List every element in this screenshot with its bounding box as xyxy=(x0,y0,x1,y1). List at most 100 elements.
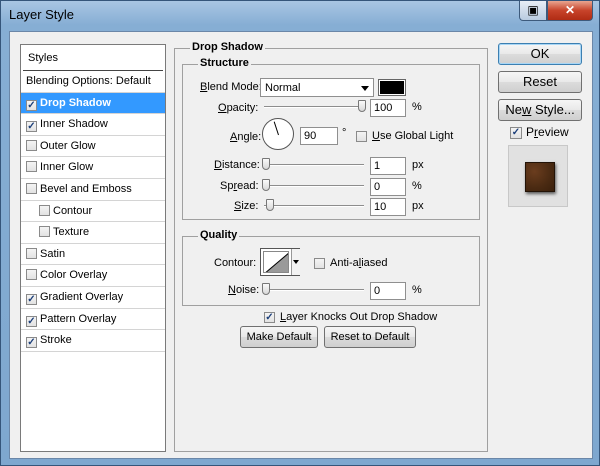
styles-list-items: Blending Options: Default Drop Shadow Inne… xyxy=(21,71,165,352)
opacity-input[interactable]: 100 xyxy=(370,99,406,117)
structure-title: Structure xyxy=(198,57,251,69)
chevron-down-icon[interactable] xyxy=(291,249,300,275)
noise-input[interactable]: 0 xyxy=(370,282,406,300)
distance-slider[interactable] xyxy=(264,164,364,166)
angle-unit: ° xyxy=(342,127,347,139)
ok-button[interactable]: OK xyxy=(498,43,582,65)
style-item-label: Gradient Overlay xyxy=(40,290,124,303)
preview-area xyxy=(508,145,568,207)
spread-input[interactable]: 0 xyxy=(370,178,406,196)
new-style-button[interactable]: New Style... xyxy=(498,99,582,121)
opacity-slider-thumb[interactable] xyxy=(358,100,366,112)
spread-slider[interactable] xyxy=(264,185,364,187)
shadow-color-swatch[interactable] xyxy=(378,79,406,96)
style-item-bevel-and-emboss[interactable]: Bevel and Emboss xyxy=(21,179,165,201)
style-item-contour[interactable]: Contour xyxy=(21,201,165,223)
style-item-checkbox[interactable] xyxy=(26,99,37,111)
style-item-inner-shadow[interactable]: Inner Shadow xyxy=(21,114,165,136)
angle-needle xyxy=(273,121,279,136)
style-item-label: Drop Shadow xyxy=(40,96,111,109)
style-item-satin[interactable]: Satin xyxy=(21,244,165,266)
noise-unit: % xyxy=(412,284,422,296)
style-item-pattern-overlay[interactable]: Pattern Overlay xyxy=(21,309,165,331)
layer-style-window: Layer Style ▣ ✕ Styles Blending Options:… xyxy=(0,0,600,466)
blend-mode-value: Normal xyxy=(265,82,301,94)
contour-picker[interactable] xyxy=(260,248,300,276)
style-item-stroke[interactable]: Stroke xyxy=(21,330,165,352)
layer-knocks-out-label[interactable]: Layer Knocks Out Drop Shadow xyxy=(280,311,437,323)
style-item-checkbox[interactable] xyxy=(26,315,37,327)
spread-slider-thumb[interactable] xyxy=(262,179,270,191)
quality-group xyxy=(182,236,480,306)
noise-slider[interactable] xyxy=(264,289,364,291)
opacity-slider[interactable] xyxy=(264,106,364,108)
reset-to-default-button[interactable]: Reset to Default xyxy=(324,326,416,348)
styles-list-header[interactable]: Styles xyxy=(23,47,163,71)
style-item-checkbox[interactable] xyxy=(26,121,37,133)
styles-list: Styles Blending Options: Default Drop Sha… xyxy=(20,44,166,452)
style-item-label: Inner Glow xyxy=(40,161,94,174)
angle-dial[interactable] xyxy=(262,118,294,150)
distance-slider-thumb[interactable] xyxy=(262,158,270,170)
use-global-light-label[interactable]: Use Global Light xyxy=(372,130,453,142)
reset-button[interactable]: Reset xyxy=(498,71,582,93)
chevron-down-icon xyxy=(361,86,369,91)
distance-label: Distance: xyxy=(214,159,260,171)
style-item-label: Outer Glow xyxy=(40,139,96,152)
close-icon: ✕ xyxy=(564,3,576,17)
style-item-label: Color Overlay xyxy=(40,269,108,282)
anti-aliased-checkbox[interactable] xyxy=(314,258,325,269)
style-item-color-overlay[interactable]: Color Overlay xyxy=(21,265,165,287)
angle-label: Angle: xyxy=(230,131,262,143)
angle-input[interactable]: 90 xyxy=(300,127,338,145)
style-item-label: Stroke xyxy=(40,334,72,347)
anti-aliased-label[interactable]: Anti-aliased xyxy=(330,257,388,269)
style-item-label: Texture xyxy=(53,226,90,239)
style-item-label: Blending Options: Default xyxy=(26,75,151,87)
size-slider-thumb[interactable] xyxy=(265,199,274,211)
style-item-label: Satin xyxy=(40,247,66,260)
blend-mode-select[interactable]: Normal xyxy=(260,78,374,97)
size-input[interactable]: 10 xyxy=(370,198,406,216)
style-item-checkbox[interactable] xyxy=(26,337,37,349)
opacity-label: Opacity: xyxy=(218,102,259,114)
noise-slider-thumb[interactable] xyxy=(262,283,270,295)
window-title: Layer Style xyxy=(9,7,75,22)
contour-curve-icon xyxy=(265,253,288,272)
drop-shadow-title: Drop Shadow xyxy=(190,41,265,53)
style-item-checkbox[interactable] xyxy=(26,293,37,305)
style-item-checkbox[interactable] xyxy=(39,226,50,238)
use-global-light-checkbox[interactable] xyxy=(356,131,367,142)
preview-checkbox[interactable] xyxy=(510,127,522,139)
style-item-checkbox[interactable] xyxy=(39,204,50,216)
style-item-checkbox[interactable] xyxy=(26,161,37,173)
help-icon: ▣ xyxy=(527,3,539,17)
style-item-checkbox[interactable] xyxy=(26,269,37,281)
noise-label: Noise: xyxy=(228,284,260,296)
style-item-label: Bevel and Emboss xyxy=(40,182,132,195)
distance-unit: px xyxy=(412,159,424,171)
spread-label: Spread: xyxy=(220,180,259,192)
contour-label: Contour: xyxy=(214,257,257,269)
style-item-drop-shadow[interactable]: Drop Shadow xyxy=(21,92,165,115)
distance-input[interactable]: 1 xyxy=(370,157,406,175)
style-item-checkbox[interactable] xyxy=(26,182,37,194)
style-item-gradient-overlay[interactable]: Gradient Overlay xyxy=(21,287,165,309)
style-item-checkbox[interactable] xyxy=(26,139,37,151)
title-bar[interactable]: Layer Style ▣ ✕ xyxy=(1,1,599,31)
close-button[interactable]: ✕ xyxy=(547,1,593,21)
style-item-blending-options-default[interactable]: Blending Options: Default xyxy=(21,71,165,93)
layer-knocks-out-checkbox[interactable] xyxy=(264,312,275,323)
style-item-label: Pattern Overlay xyxy=(40,312,117,325)
style-item-checkbox[interactable] xyxy=(26,247,37,259)
style-item-outer-glow[interactable]: Outer Glow xyxy=(21,136,165,158)
make-default-button[interactable]: Make Default xyxy=(240,326,318,348)
style-item-label: Inner Shadow xyxy=(40,118,108,131)
help-button[interactable]: ▣ xyxy=(519,1,547,21)
preview-label[interactable]: Preview xyxy=(526,125,569,139)
quality-title: Quality xyxy=(198,229,240,241)
preview-thumbnail xyxy=(525,162,555,192)
style-item-texture[interactable]: Texture xyxy=(21,222,165,244)
style-item-inner-glow[interactable]: Inner Glow xyxy=(21,157,165,179)
size-slider[interactable] xyxy=(264,205,364,207)
